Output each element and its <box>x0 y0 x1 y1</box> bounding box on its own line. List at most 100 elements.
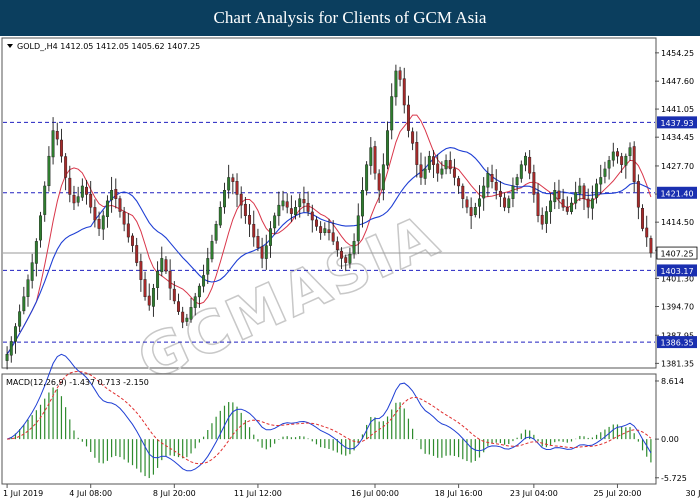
macd-pane-frame <box>1 373 657 485</box>
bear-candle <box>306 203 310 212</box>
bull-candle <box>101 215 105 230</box>
bear-candle <box>72 194 76 204</box>
bull-candle <box>352 241 356 254</box>
macd-tick-label: -5.725 <box>661 474 687 483</box>
bear-candle <box>419 164 423 178</box>
bear-candle <box>122 211 126 225</box>
bear-candle <box>315 219 318 227</box>
bear-candle <box>561 199 565 208</box>
bull-candle <box>381 164 385 191</box>
price-tick-label: 1394.70 <box>661 303 694 312</box>
bear-candle <box>235 181 239 195</box>
time-tick-label: 23 Jul 04:00 <box>510 489 558 498</box>
bear-candle <box>97 218 101 229</box>
bear-candle <box>340 250 343 259</box>
bear-candle <box>114 189 118 199</box>
bull-candle <box>202 275 206 287</box>
bear-candle <box>126 223 130 238</box>
time-tick-label: 16 Jul 00:00 <box>351 489 399 498</box>
bear-candle <box>327 229 331 234</box>
bear-candle <box>243 203 247 216</box>
bear-candle <box>582 185 586 199</box>
bull-candle <box>206 258 210 275</box>
macd-tick-label: 8.614 <box>661 377 684 386</box>
bull-candle <box>599 177 603 185</box>
bear-candle <box>344 257 348 263</box>
bear-candle <box>168 270 172 289</box>
bull-candle <box>185 317 189 322</box>
bull-candle <box>193 296 197 308</box>
bull-candle <box>544 211 548 224</box>
price-tick-label: 1441.05 <box>661 105 694 114</box>
bull-candle <box>223 190 226 208</box>
bull-candle <box>110 190 114 201</box>
bull-candle <box>210 241 214 260</box>
bull-candle <box>486 172 490 188</box>
bull-candle <box>105 200 109 217</box>
bull-candle <box>515 177 519 186</box>
bull-candle <box>43 185 47 215</box>
price-tick-label: 1381.35 <box>661 359 694 368</box>
price-axis: 1454.25 1447.60 1441.05 1434.45 1427.70 1421.… <box>655 49 694 368</box>
bull-candle <box>444 160 448 170</box>
bull-candle <box>511 185 515 199</box>
bull-candle <box>22 296 26 312</box>
bear-candle <box>586 198 590 208</box>
level-label: 1437.93 <box>660 119 693 128</box>
bull-candle <box>524 155 527 166</box>
bear-candle <box>335 241 339 251</box>
time-axis: 1 Jul 2019 4 Jul 08:00 8 Jul 20:00 11 Jul 1… <box>3 484 700 498</box>
bear-candle <box>252 223 256 238</box>
bear-candle <box>402 78 406 106</box>
bear-candle <box>469 207 473 216</box>
price-tick-label: 1447.60 <box>661 77 694 86</box>
bull-candle <box>76 196 80 203</box>
bull-candle <box>273 215 277 229</box>
bull-candle <box>227 177 231 191</box>
bull-candle <box>394 70 398 98</box>
bear-candle <box>177 301 180 312</box>
macd-pane: 8.614 0.00 -5.725 MACD(12,26,9) -1.437 0.7… <box>1 353 687 485</box>
bull-candle <box>281 200 285 207</box>
bear-candle <box>143 279 147 297</box>
bull-candle <box>473 207 477 216</box>
price-tick-label: 1454.25 <box>661 49 694 58</box>
bull-candle <box>478 198 481 207</box>
bear-candle <box>147 295 151 306</box>
bear-candle <box>457 178 461 187</box>
bull-candle <box>218 207 222 226</box>
bear-candle <box>239 193 243 206</box>
level-label: 1421.40 <box>660 189 693 198</box>
bear-candle <box>461 185 465 199</box>
bear-candle <box>377 173 381 191</box>
bull-candle <box>269 228 272 246</box>
bull-candle <box>47 155 51 187</box>
level-labels: 1437.93 1421.40 1403.17 1386.35 1407.25 <box>656 116 698 349</box>
page-title-text: Chart Analysis for Clients of GCM Asia <box>213 8 487 27</box>
price-pane: GCMASIA 1454.251447.601441.051434.451427… <box>1 37 698 395</box>
bear-candle <box>64 156 68 178</box>
macd-axis: 8.614 0.00 -5.725 <box>655 377 687 483</box>
bull-candle <box>365 164 369 191</box>
bull-candle <box>574 192 578 204</box>
bull-candle <box>390 96 394 131</box>
bear-candle <box>331 232 335 242</box>
price-pane-frame <box>1 37 657 369</box>
bull-candle <box>427 155 431 170</box>
bull-candle <box>323 228 327 233</box>
bear-candle <box>616 151 619 157</box>
bear-candle <box>436 163 440 174</box>
bull-candle <box>553 190 557 203</box>
bull-candle <box>386 130 389 166</box>
bear-candle <box>231 177 235 182</box>
page-title: Chart Analysis for Clients of GCM Asia <box>0 0 700 36</box>
macd-pane-title: MACD(12,26,9) -1.437 0.713 -2.150 <box>6 378 149 387</box>
bear-candle <box>164 259 168 272</box>
bull-candle <box>570 202 573 212</box>
bear-candle <box>260 246 264 259</box>
bull-candle <box>348 253 352 264</box>
bull-candle <box>369 147 373 166</box>
bull-candle <box>189 307 193 320</box>
bull-candle <box>160 258 164 273</box>
bear-candle <box>248 215 252 225</box>
